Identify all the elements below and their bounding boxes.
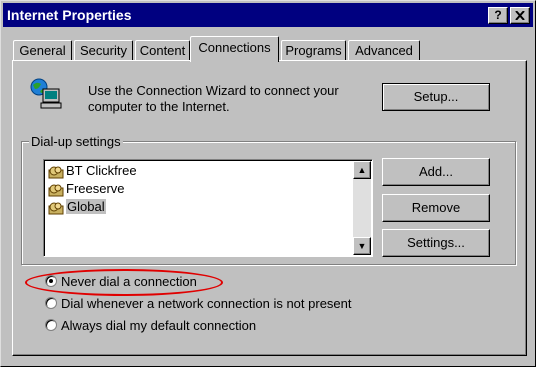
settings-label: Settings... bbox=[407, 235, 465, 250]
setup-label: Setup... bbox=[413, 89, 459, 104]
window-title: Internet Properties bbox=[7, 7, 132, 23]
scroll-up-icon: ▲ bbox=[357, 165, 367, 175]
tab-connections[interactable]: Connections bbox=[190, 36, 279, 62]
tab-security[interactable]: Security bbox=[74, 40, 133, 61]
list-item[interactable]: Freeserve bbox=[48, 180, 125, 198]
remove-button[interactable]: Remove bbox=[382, 194, 490, 222]
radio-whenever-label: Dial whenever a network connection is no… bbox=[61, 296, 352, 311]
add-button[interactable]: Add... bbox=[382, 158, 490, 186]
dialup-icon bbox=[48, 166, 64, 179]
tab-advanced[interactable]: Advanced bbox=[348, 40, 420, 61]
tab-content[interactable]: Content bbox=[135, 40, 190, 61]
dialup-icon bbox=[48, 184, 64, 197]
scroll-up-button[interactable]: ▲ bbox=[353, 161, 371, 179]
tab-general[interactable]: General bbox=[13, 40, 72, 61]
scroll-down-button[interactable]: ▼ bbox=[353, 237, 371, 255]
radio-always-dial[interactable]: Always dial my default connection bbox=[45, 317, 256, 335]
scroll-down-icon: ▼ bbox=[357, 241, 367, 251]
radio-always-label: Always dial my default connection bbox=[61, 318, 257, 333]
setup-button[interactable]: Setup... bbox=[382, 83, 490, 111]
network-computer-icon bbox=[30, 78, 62, 109]
help-button[interactable]: ? bbox=[488, 7, 508, 24]
title-bar[interactable]: Internet Properties ? bbox=[3, 3, 533, 27]
radio-button[interactable] bbox=[45, 319, 57, 331]
dialup-icon bbox=[48, 202, 64, 215]
connection-name: BT Clickfree bbox=[66, 163, 137, 178]
tab-programs[interactable]: Programs bbox=[281, 40, 346, 61]
close-icon bbox=[515, 10, 525, 21]
remove-label: Remove bbox=[411, 200, 461, 215]
connection-name: Freeserve bbox=[66, 181, 125, 196]
wizard-text-line1: Use the Connection Wizard to connect you… bbox=[88, 83, 339, 98]
add-label: Add... bbox=[419, 164, 453, 179]
dialup-settings-label: Dial-up settings bbox=[29, 134, 123, 149]
close-button[interactable] bbox=[510, 7, 530, 24]
highlight-ellipse bbox=[25, 269, 223, 296]
wizard-description: Use the Connection Wizard to connect you… bbox=[88, 83, 339, 115]
settings-button[interactable]: Settings... bbox=[382, 229, 490, 257]
connection-name: Global bbox=[66, 199, 106, 214]
radio-button[interactable] bbox=[45, 297, 57, 309]
internet-properties-window: Internet Properties ? General Security C… bbox=[0, 0, 536, 367]
list-item[interactable]: Global bbox=[48, 198, 106, 216]
list-scrollbar[interactable]: ▲ ▼ bbox=[353, 161, 371, 255]
radio-dial-whenever[interactable]: Dial whenever a network connection is no… bbox=[45, 295, 352, 313]
dialup-connections-list[interactable]: BT Clickfree Freeserve Global ▲ ▼ bbox=[43, 159, 373, 257]
list-item[interactable]: BT Clickfree bbox=[48, 162, 137, 180]
wizard-text-line2: computer to the Internet. bbox=[88, 99, 230, 114]
